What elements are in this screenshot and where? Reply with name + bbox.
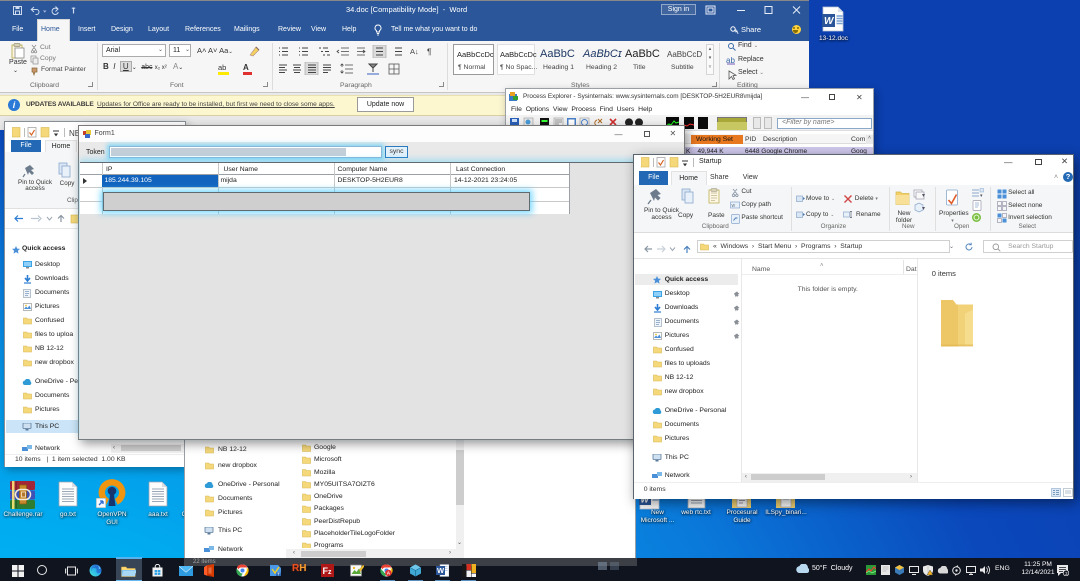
svg-text:W: W xyxy=(437,566,445,575)
svg-text:▾: ▾ xyxy=(922,206,925,212)
svg-text:A↓: A↓ xyxy=(410,47,419,56)
svg-text:¶: ¶ xyxy=(427,47,432,57)
svg-text:▾: ▾ xyxy=(980,193,983,199)
svg-text:!: ! xyxy=(932,570,933,575)
svg-text:w: w xyxy=(732,203,736,209)
svg-text:W: W xyxy=(824,16,835,27)
svg-text:▾: ▾ xyxy=(922,193,925,199)
